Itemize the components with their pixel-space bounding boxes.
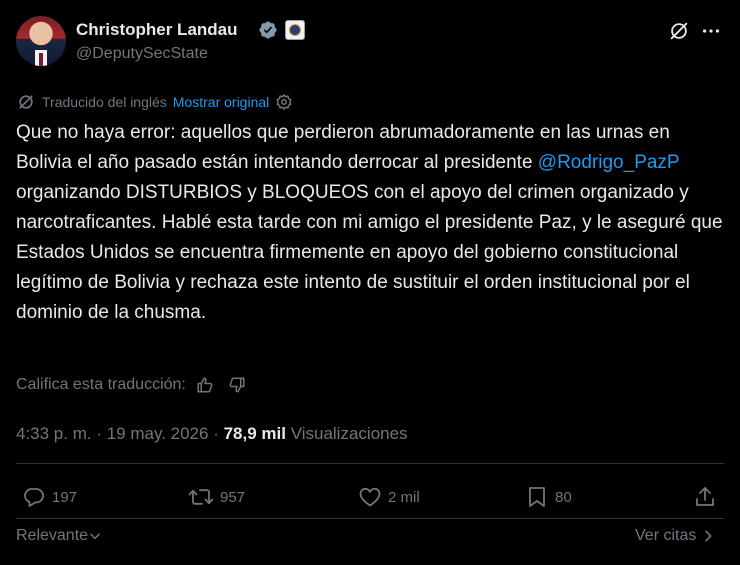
thumbs-down-icon[interactable] [228, 376, 246, 394]
reply-icon [24, 488, 44, 507]
quotes-label: Ver citas [635, 527, 697, 544]
bookmark-button[interactable]: 80 [525, 485, 572, 509]
government-seal-icon[interactable] [285, 20, 305, 40]
settings-icon[interactable] [275, 93, 293, 111]
mention-link[interactable]: @Rodrigo_PazP [538, 152, 679, 173]
like-icon [359, 487, 381, 507]
tweet-meta: 4:33 p. m. · 19 may. 2026 · 78,9 mil Vis… [16, 424, 408, 444]
translation-label: Traducido del inglés [42, 94, 167, 110]
tweet-text: Que no haya error: aquellos que perdiero… [16, 118, 726, 328]
repost-button[interactable]: 957 [188, 485, 245, 509]
divider-bottom [16, 518, 724, 519]
view-quotes-link[interactable]: Ver citas [635, 527, 716, 545]
avatar-tie [39, 53, 43, 66]
meta-separator: · [208, 424, 224, 443]
avatar[interactable] [16, 16, 66, 66]
views-label: Visualizaciones [285, 424, 408, 443]
sort-dropdown[interactable]: Relevante [16, 527, 102, 545]
bookmark-count: 80 [555, 488, 572, 506]
thumbs-up-icon[interactable] [196, 376, 214, 394]
views-count: 78,9 mil [223, 424, 286, 443]
tweet-date[interactable]: 19 may. 2026 [107, 424, 209, 443]
grok-icon[interactable] [668, 20, 690, 42]
sort-label: Relevante [16, 527, 89, 544]
chevron-right-icon [705, 530, 712, 542]
translation-notice: Traducido del inglés Mostrar original [16, 92, 299, 112]
tweet-time[interactable]: 4:33 p. m. [16, 424, 92, 443]
seal-emblem [289, 24, 301, 36]
rate-translation: Califica esta traducción: [16, 376, 246, 394]
like-count: 2 mil [388, 488, 420, 506]
meta-separator: · [91, 424, 107, 443]
tweet-text-part2: organizando DISTURBIOS y BLOQUEOS con el… [16, 182, 723, 323]
repost-count: 957 [220, 488, 246, 506]
reply-button[interactable]: 197 [22, 485, 77, 509]
author-name[interactable]: Christopher Landau [76, 20, 238, 40]
chevron-down-icon [90, 533, 100, 540]
rate-label: Califica esta traducción: [16, 376, 186, 393]
verified-badge-icon[interactable] [258, 20, 278, 40]
more-icon[interactable] [700, 20, 722, 42]
translate-icon [19, 95, 33, 109]
share-button[interactable] [693, 485, 723, 509]
reply-count: 197 [52, 488, 78, 506]
like-button[interactable]: 2 mil [358, 485, 420, 509]
repost-icon [188, 489, 214, 505]
show-original-link[interactable]: Mostrar original [173, 94, 269, 110]
share-icon [696, 487, 714, 506]
bookmark-icon [529, 487, 545, 507]
author-handle[interactable]: @DeputySecState [76, 45, 208, 63]
divider-top [16, 463, 724, 464]
